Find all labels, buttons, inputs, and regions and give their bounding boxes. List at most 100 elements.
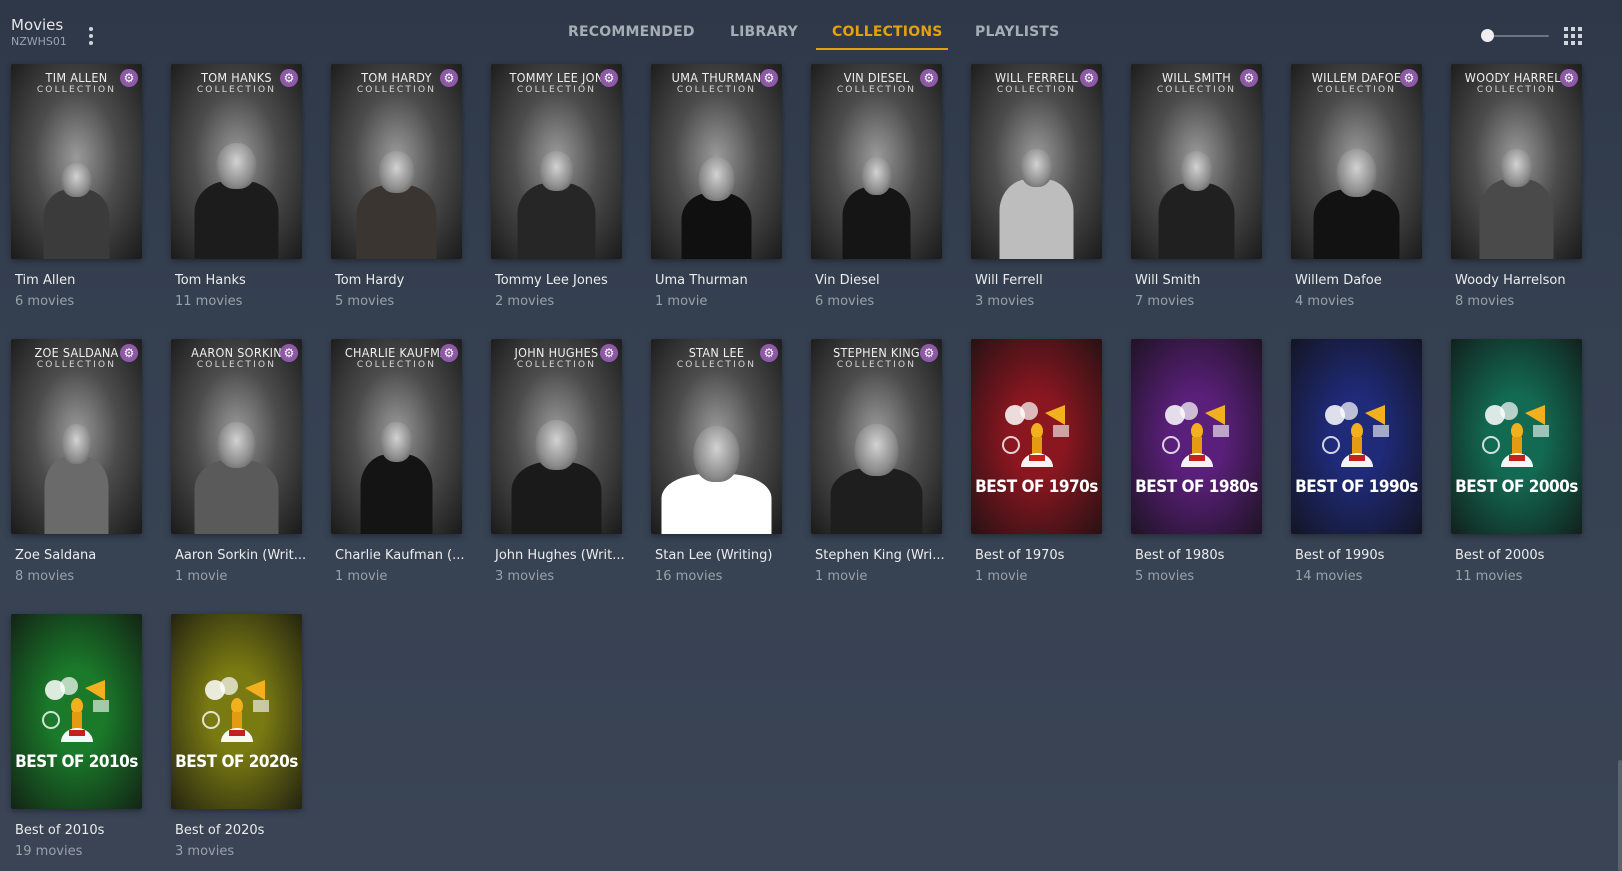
collection-title[interactable]: Tommy Lee Jones [495, 273, 622, 288]
award-trophy-icon [1162, 402, 1229, 467]
collection-card[interactable]: WILL FERRELL COLLECTION ⚙ Will Ferrell 3 mov… [971, 64, 1102, 309]
collection-count: 5 movies [1135, 569, 1195, 584]
collection-card[interactable]: TOMMY LEE JON COLLECTION ⚙ Tommy Lee Jones 2… [491, 64, 622, 309]
collections-screen: Movies NZWHS01 RECOMMENDED LIBRARY COLLE… [0, 0, 1622, 871]
collection-count: 6 movies [815, 294, 875, 309]
collection-poster[interactable]: TOMMY LEE JON COLLECTION ⚙ [491, 64, 622, 259]
poster-subtitle: COLLECTION [36, 85, 117, 95]
collection-poster[interactable]: TOM HARDY COLLECTION ⚙ [331, 64, 462, 259]
tmdb-gear-icon: ⚙ [440, 344, 458, 362]
collection-card[interactable]: ZOE SALDANA COLLECTION ⚙ Zoe Saldana 8 movie… [11, 339, 142, 584]
tmdb-gear-icon: ⚙ [760, 69, 778, 87]
tab-collections[interactable]: COLLECTIONS [832, 24, 943, 50]
collection-title[interactable]: Charlie Kaufman (... [335, 548, 465, 563]
collection-poster[interactable]: VIN DIESEL COLLECTION ⚙ [811, 64, 942, 259]
collection-title[interactable]: Woody Harrelson [1455, 273, 1582, 288]
tab-bar: RECOMMENDED LIBRARY COLLECTIONS PLAYLIST… [0, 24, 1622, 54]
collection-card[interactable]: BEST OF 2010s Best of 2010s 19 movies [11, 614, 142, 859]
collection-card[interactable]: TOM HARDY COLLECTION ⚙ Tom Hardy 5 movies [331, 64, 462, 309]
collection-title[interactable]: Best of 2020s [175, 823, 302, 838]
collection-title[interactable]: Best of 1970s [975, 548, 1102, 563]
collection-title[interactable]: Best of 1980s [1135, 548, 1262, 563]
poster-subtitle: COLLECTION [836, 85, 917, 95]
tmdb-gear-icon: ⚙ [1240, 69, 1258, 87]
collection-count: 1 movie [655, 294, 708, 309]
scrollbar[interactable] [1618, 760, 1622, 871]
collection-poster[interactable]: AARON SORKIN COLLECTION ⚙ [171, 339, 302, 534]
collection-poster[interactable]: ZOE SALDANA COLLECTION ⚙ [11, 339, 142, 534]
award-trophy-icon [1322, 402, 1389, 467]
collection-count: 1 movie [175, 569, 228, 584]
collection-card[interactable]: STAN LEE COLLECTION ⚙ Stan Lee (Writing) 16 … [651, 339, 782, 584]
collection-poster[interactable]: WILL FERRELL COLLECTION ⚙ [971, 64, 1102, 259]
collection-count: 11 movies [1455, 569, 1523, 584]
tab-library[interactable]: LIBRARY [730, 24, 798, 50]
collection-title[interactable]: Tom Hardy [335, 273, 462, 288]
collection-title[interactable]: Will Ferrell [975, 273, 1102, 288]
collection-title[interactable]: Vin Diesel [815, 273, 942, 288]
collection-poster[interactable]: JOHN HUGHES COLLECTION ⚙ [491, 339, 622, 534]
poster-title: BEST OF 1990s [1295, 477, 1418, 497]
collection-title[interactable]: Best of 1990s [1295, 548, 1422, 563]
collection-title[interactable]: Willem Dafoe [1295, 273, 1422, 288]
collection-title[interactable]: Stan Lee (Writing) [655, 548, 782, 563]
collection-poster[interactable]: TIM ALLEN COLLECTION ⚙ [11, 64, 142, 259]
collection-title[interactable]: Will Smith [1135, 273, 1262, 288]
collection-card[interactable]: BEST OF 2020s Best of 2020s 3 movies [171, 614, 302, 859]
collection-title[interactable]: Best of 2010s [15, 823, 142, 838]
tmdb-gear-icon: ⚙ [600, 344, 618, 362]
collection-card[interactable]: AARON SORKIN COLLECTION ⚙ Aaron Sorkin (Wri… [171, 339, 306, 584]
collection-poster[interactable]: UMA THURMAN COLLECTION ⚙ [651, 64, 782, 259]
poster-subtitle: COLLECTION [516, 85, 597, 95]
collection-card[interactable]: JOHN HUGHES COLLECTION ⚙ John Hughes (Writ.… [491, 339, 625, 584]
collection-card[interactable]: CHARLIE KAUFMA COLLECTION ⚙ Charlie Kaufman… [331, 339, 465, 584]
collection-poster[interactable]: BEST OF 1970s [971, 339, 1102, 534]
poster-size-slider-handle[interactable] [1481, 29, 1494, 42]
collection-title[interactable]: Tim Allen [15, 273, 142, 288]
collection-card[interactable]: VIN DIESEL COLLECTION ⚙ Vin Diesel 6 movies [811, 64, 942, 309]
collection-poster[interactable]: WILL SMITH COLLECTION ⚙ [1131, 64, 1262, 259]
poster-title: BEST OF 2000s [1455, 477, 1578, 497]
collection-poster[interactable]: BEST OF 1990s [1291, 339, 1422, 534]
collection-title[interactable]: Zoe Saldana [15, 548, 142, 563]
collection-card[interactable]: WILLEM DAFOE COLLECTION ⚙ Willem Dafoe 4 mov… [1291, 64, 1422, 309]
collection-poster[interactable]: CHARLIE KAUFMA COLLECTION ⚙ [331, 339, 462, 534]
tab-recommended[interactable]: RECOMMENDED [568, 24, 695, 50]
collection-title[interactable]: Uma Thurman [655, 273, 782, 288]
collection-card[interactable]: TOM HANKS COLLECTION ⚙ Tom Hanks 11 movies [171, 64, 302, 309]
tmdb-gear-icon: ⚙ [440, 69, 458, 87]
poster-subtitle: COLLECTION [516, 360, 597, 370]
collection-poster[interactable]: STEPHEN KING COLLECTION ⚙ [811, 339, 942, 534]
collection-card[interactable]: STEPHEN KING COLLECTION ⚙ Stephen King (Wri… [811, 339, 945, 584]
collection-poster[interactable]: WOODY HARRELS COLLECTION ⚙ [1451, 64, 1582, 259]
collection-poster[interactable]: BEST OF 2000s [1451, 339, 1582, 534]
collection-card[interactable]: WILL SMITH COLLECTION ⚙ Will Smith 7 movies [1131, 64, 1262, 309]
collection-poster[interactable]: TOM HANKS COLLECTION ⚙ [171, 64, 302, 259]
collection-card[interactable]: BEST OF 1970s Best of 1970s 1 movie [971, 339, 1102, 584]
collection-card[interactable]: BEST OF 2000s Best of 2000s 11 movies [1451, 339, 1582, 584]
collection-count: 6 movies [15, 294, 75, 309]
grid-view-icon[interactable] [1564, 27, 1582, 45]
collection-title[interactable]: Aaron Sorkin (Writ... [175, 548, 306, 563]
award-trophy-icon [42, 677, 109, 742]
collection-poster[interactable]: BEST OF 1980s [1131, 339, 1262, 534]
award-trophy-icon [202, 677, 269, 742]
poster-subtitle: COLLECTION [1476, 85, 1557, 95]
poster-subtitle: COLLECTION [356, 360, 437, 370]
collection-card[interactable]: UMA THURMAN COLLECTION ⚙ Uma Thurman 1 movie [651, 64, 782, 309]
collection-count: 3 movies [495, 569, 555, 584]
collection-card[interactable]: WOODY HARRELS COLLECTION ⚙ Woody Harrelson 8… [1451, 64, 1582, 309]
collection-poster[interactable]: STAN LEE COLLECTION ⚙ [651, 339, 782, 534]
collection-card[interactable]: BEST OF 1990s Best of 1990s 14 movies [1291, 339, 1422, 584]
collection-card[interactable]: TIM ALLEN COLLECTION ⚙ Tim Allen 6 movies [11, 64, 142, 309]
tab-playlists[interactable]: PLAYLISTS [975, 24, 1059, 50]
collection-poster[interactable]: WILLEM DAFOE COLLECTION ⚙ [1291, 64, 1422, 259]
collection-poster[interactable]: BEST OF 2010s [11, 614, 142, 809]
collection-poster[interactable]: BEST OF 2020s [171, 614, 302, 809]
collection-title[interactable]: Best of 2000s [1455, 548, 1582, 563]
collection-title[interactable]: John Hughes (Writ... [495, 548, 625, 563]
collection-count: 3 movies [975, 294, 1035, 309]
collection-title[interactable]: Tom Hanks [175, 273, 302, 288]
collection-card[interactable]: BEST OF 1980s Best of 1980s 5 movies [1131, 339, 1262, 584]
collection-title[interactable]: Stephen King (Wri... [815, 548, 945, 563]
